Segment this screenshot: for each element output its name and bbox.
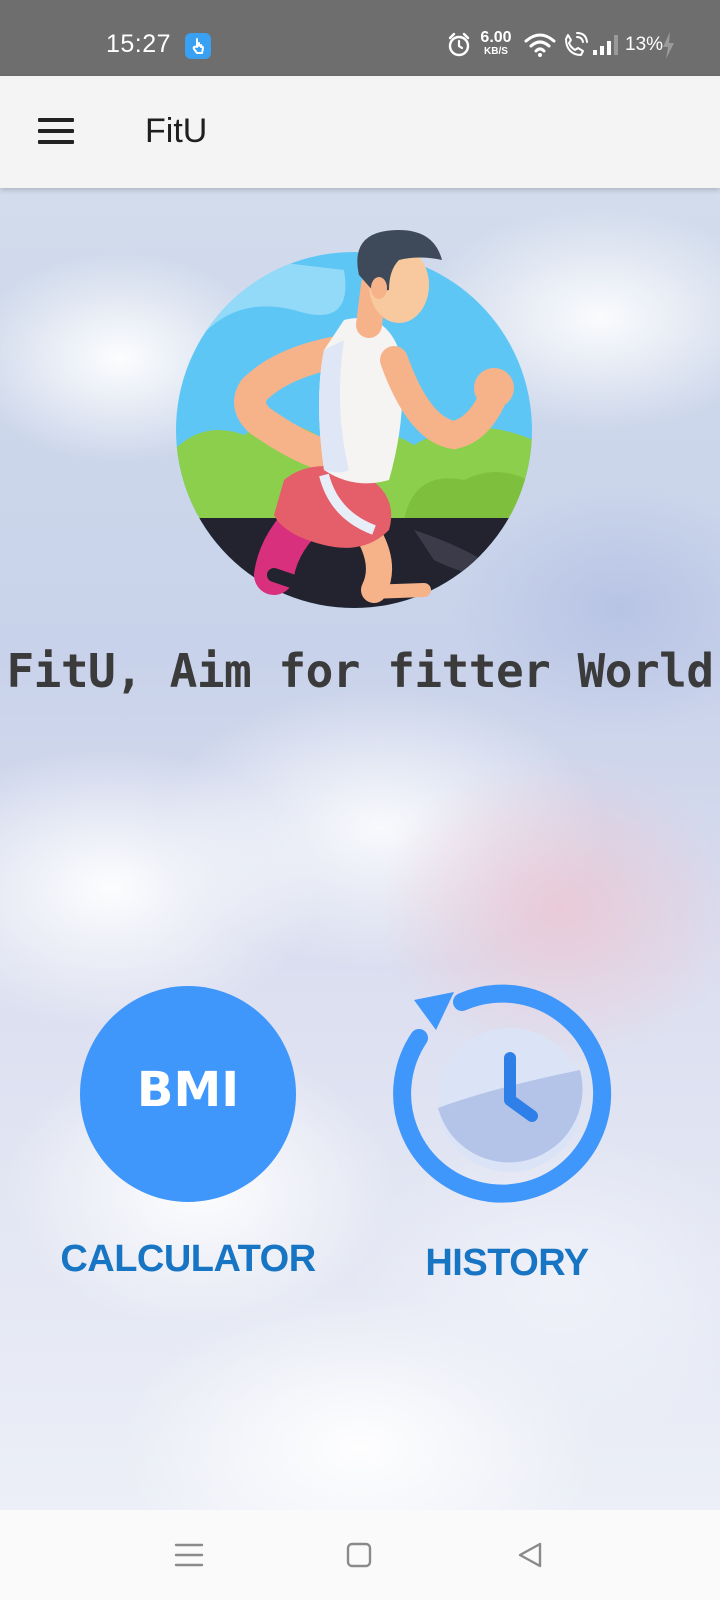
bmi-calculator-button[interactable]: BMI bbox=[80, 986, 296, 1202]
calculator-label[interactable]: CALCULATOR bbox=[48, 1238, 328, 1281]
battery-percent: 13% bbox=[625, 34, 664, 55]
wifi-icon bbox=[524, 33, 556, 57]
back-icon[interactable] bbox=[513, 1538, 547, 1572]
network-speed: 6.00 KB/S bbox=[476, 30, 516, 57]
wifi-call-icon bbox=[565, 32, 588, 56]
history-label[interactable]: HISTORY bbox=[392, 1242, 622, 1285]
recent-apps-icon[interactable] bbox=[172, 1538, 206, 1572]
alarm-icon bbox=[448, 32, 470, 57]
network-speed-value: 6.00 bbox=[480, 29, 512, 46]
hamburger-menu-icon[interactable] bbox=[36, 116, 76, 148]
navigation-bar bbox=[0, 1510, 720, 1600]
clock-history-icon[interactable] bbox=[392, 980, 622, 1210]
home-icon[interactable] bbox=[342, 1538, 376, 1572]
status-time: 15:27 bbox=[106, 30, 172, 58]
charging-icon bbox=[663, 32, 674, 59]
tagline: FitU, Aim for fitter World bbox=[6, 644, 714, 698]
network-speed-unit: KB/S bbox=[484, 46, 508, 57]
main-content: FitU, Aim for fitter World BMI CALCULATO… bbox=[0, 188, 720, 1510]
signal-icon bbox=[593, 35, 618, 55]
app-notification-icon bbox=[185, 33, 211, 59]
app-title: FitU bbox=[145, 112, 208, 150]
app-bar: FitU bbox=[0, 76, 720, 188]
bmi-button-text: BMI bbox=[136, 1062, 240, 1118]
running-man-illustration bbox=[176, 230, 532, 608]
status-bar: 15:27 6.00 KB/S 13% bbox=[0, 0, 720, 76]
